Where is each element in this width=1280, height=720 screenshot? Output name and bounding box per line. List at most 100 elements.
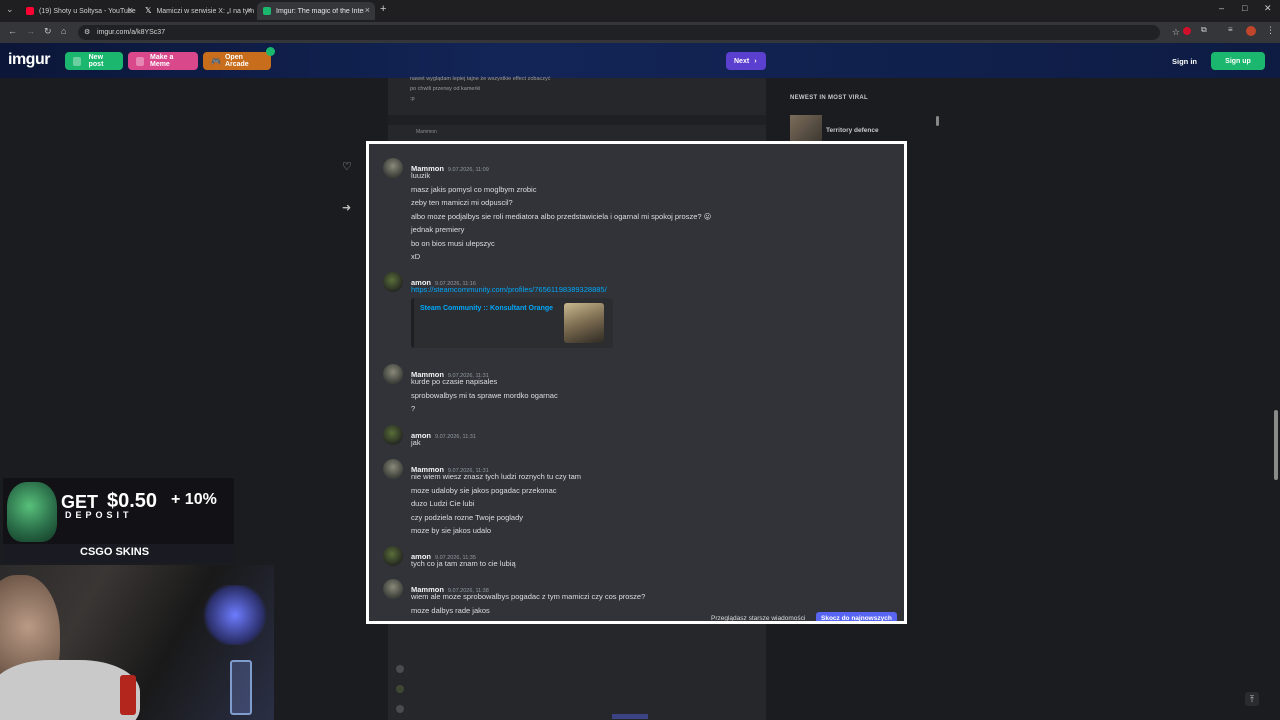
message-line: sprobowalbys mi ta sprawe mordko ogarnac xyxy=(411,390,558,400)
ad-mascot xyxy=(7,482,57,542)
avatar-mammon xyxy=(383,579,403,599)
extension-icon[interactable] xyxy=(1183,27,1191,35)
browser-tab-x[interactable]: 𝕏 Mamiczi w serwisie X: „I na tym × xyxy=(139,2,257,20)
message-line: duzo Ludzi Cie lubi xyxy=(411,499,475,508)
message-line: wiem ale moze sprobowalbys pogadac z tym… xyxy=(411,592,646,601)
message-line: czy podziela rozne Twoje poglady xyxy=(411,512,524,522)
share-arrow-icon[interactable]: ➜ xyxy=(342,201,351,214)
message-line: kurde po czasie napisales xyxy=(411,377,498,386)
jump-to-latest-button[interactable]: Skocz do najnowszych xyxy=(816,612,897,621)
bg-line: po chwili przerwy od kamerki xyxy=(410,86,481,92)
sign-up-button[interactable]: Sign up xyxy=(1211,52,1265,70)
browser-tab-youtube[interactable]: (19) Shoty u Soltysa - YouTube × xyxy=(20,2,138,20)
scroll-to-top-icon[interactable]: ⤒ xyxy=(1245,692,1259,706)
message-line: jak xyxy=(411,438,421,447)
tab-title: Imgur: The magic of the Interne xyxy=(276,7,364,15)
make-meme-button[interactable]: Make a Meme xyxy=(128,52,198,70)
x-logo-icon: 𝕏 xyxy=(145,6,152,15)
link-embed[interactable]: Steam Community :: Konsultant Orange xyxy=(411,298,613,348)
next-label: Next xyxy=(734,57,750,65)
csgo-skins-ad: GET $0.50 + 10% DEPOSIT CSGO SKINS xyxy=(3,478,234,563)
rgb-lights xyxy=(200,585,270,645)
page-scrollbar[interactable] xyxy=(1272,78,1280,720)
open-arcade-button[interactable]: 🎮 Open Arcade xyxy=(203,47,275,70)
youtube-icon xyxy=(26,7,34,15)
next-button[interactable]: Next › xyxy=(726,52,766,70)
background-post-text: nawet wyglądam lepiej tajne że wszystkie… xyxy=(410,74,551,104)
message-timestamp: 9.07.2026, 11:09 xyxy=(447,167,489,173)
new-tab-button[interactable]: + xyxy=(380,3,386,15)
home-icon[interactable]: ⌂ xyxy=(61,26,66,36)
tab-title: Mamiczi w serwisie X: „I na tym xyxy=(156,7,255,15)
profile-avatar[interactable] xyxy=(1246,26,1256,36)
reload-icon[interactable]: ↻ xyxy=(44,26,52,37)
streamer-body xyxy=(0,660,140,720)
imgur-icon xyxy=(263,7,271,15)
sidebar-scroll-handle[interactable] xyxy=(936,116,939,126)
scrollbar-thumb[interactable] xyxy=(1274,410,1278,480)
message-line: masz jakis pomysl co moglbym zrobic xyxy=(411,184,537,194)
bottle xyxy=(120,675,136,715)
close-window-icon[interactable]: ✕ xyxy=(1264,3,1272,14)
maximize-icon[interactable]: □ xyxy=(1242,3,1247,13)
browser-tab-imgur[interactable]: Imgur: The magic of the Interne × xyxy=(257,2,375,20)
media-icon[interactable]: ≡ xyxy=(1228,25,1233,34)
meme-icon xyxy=(136,56,144,66)
faded-avatar xyxy=(396,685,404,693)
browser-toolbar: ← → ↻ ⌂ ⚙ imgur.com/a/k8YSc37 ☆ ⧉ ≡ ⋮ xyxy=(0,22,1280,43)
avatar-mammon xyxy=(383,459,403,479)
favorite-heart-icon[interactable]: ♡ xyxy=(342,160,352,173)
extensions-puzzle-icon[interactable]: ⧉ xyxy=(1201,25,1207,35)
ad-deposit: DEPOSIT xyxy=(65,510,133,520)
back-icon[interactable]: ← xyxy=(8,26,17,36)
message-line: zeby ten mamiczi mi odpuscil? xyxy=(411,198,513,207)
message-line: moze udaloby sie jakos pogadac przekonac xyxy=(411,485,557,495)
tab-title: (19) Shoty u Soltysa - YouTube xyxy=(39,7,136,15)
close-tab-icon[interactable]: × xyxy=(247,5,252,15)
address-bar[interactable]: ⚙ imgur.com/a/k8YSc37 ☆ xyxy=(78,25,1180,40)
message-line: moze by sie jakos udalo xyxy=(411,526,492,535)
viral-item-thumb xyxy=(790,115,822,141)
chevron-right-icon: › xyxy=(754,57,757,65)
avatar-mammon xyxy=(383,158,403,178)
message-line: ? xyxy=(411,404,416,413)
imgur-logo[interactable]: imgur xyxy=(8,51,50,69)
message-line: xD xyxy=(411,252,421,261)
avatar-amon xyxy=(383,546,403,566)
sign-in-link[interactable]: Sign in xyxy=(1172,57,1197,66)
newest-viral-title: NEWEST IN MOST VIRAL xyxy=(790,95,868,101)
viral-item-title: Territory defence xyxy=(826,127,879,134)
message-timestamp: 9.07.2026, 11:31 xyxy=(435,434,476,440)
bg-line: :p xyxy=(410,96,415,102)
browser-menu-icon[interactable]: ⋮ xyxy=(1266,25,1275,36)
older-messages-bar: Przeglądasz starsze wiadomości Skocz do … xyxy=(709,612,900,622)
new-post-button[interactable]: New post xyxy=(65,52,123,70)
gamepad-icon: 🎮 xyxy=(211,56,221,66)
avatar-mammon xyxy=(383,364,403,384)
open-arcade-label: Open Arcade xyxy=(224,54,249,68)
ad-brand: CSGO SKINS xyxy=(80,546,150,558)
forward-icon[interactable]: → xyxy=(26,26,35,36)
faded-avatar xyxy=(396,705,404,713)
older-notice: Przeglądasz starsze wiadomości xyxy=(711,615,806,622)
message-line: tych co ja tam znam to cie lubią xyxy=(411,559,516,568)
imgur-header: imgur New post Make a Meme 🎮 Open Arcade… xyxy=(0,43,1280,78)
message-line: albo moze podjalbys sie roli mediatora a… xyxy=(411,211,712,221)
bookmark-star-icon[interactable]: ☆ xyxy=(1172,25,1180,40)
discord-chat-screenshot: Mammon 9.07.2026, 11:09 luuzik masz jakis… xyxy=(366,141,907,624)
close-tab-icon[interactable]: × xyxy=(365,5,370,15)
embed-title[interactable]: Steam Community :: Konsultant Orange xyxy=(420,305,553,312)
new-post-label: New post xyxy=(88,54,104,68)
site-info-icon[interactable]: ⚙ xyxy=(84,25,90,40)
viral-item[interactable]: Territory defence xyxy=(790,115,940,141)
message-line: nie wiem wiesz znasz tych ludzi roznych … xyxy=(411,472,582,481)
avatar-amon xyxy=(383,425,403,445)
close-tab-icon[interactable]: × xyxy=(128,5,133,15)
steam-profile-link[interactable]: https://steamcommunity.com/profiles/7656… xyxy=(411,285,607,294)
minimize-icon[interactable]: – xyxy=(1219,3,1224,13)
glass xyxy=(230,660,252,715)
bg-divider xyxy=(388,115,766,125)
arcade-badge xyxy=(266,47,275,56)
sign-up-label: Sign up xyxy=(1225,57,1251,65)
tab-search-icon[interactable]: ⌄ xyxy=(6,4,14,15)
